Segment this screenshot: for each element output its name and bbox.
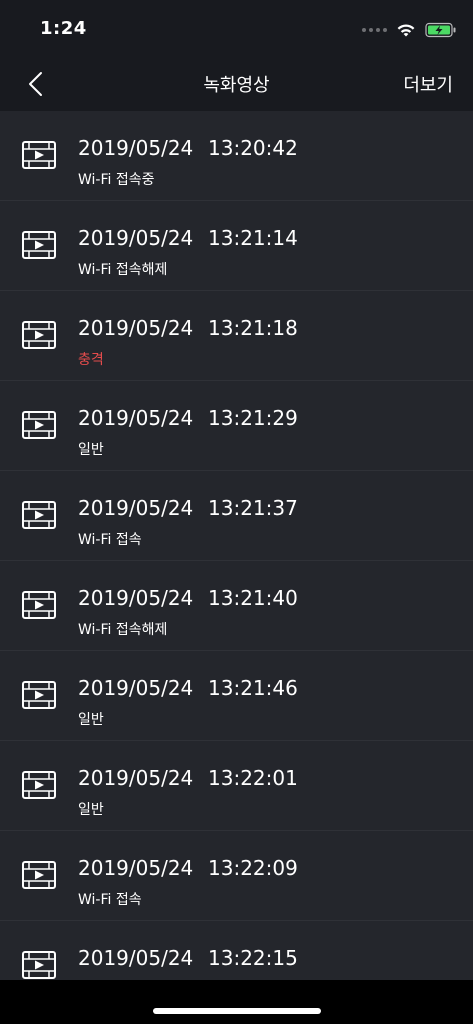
status-time: 1:24: [40, 18, 87, 39]
recording-date: 2019/05/24: [78, 136, 194, 160]
video-file-icon: [22, 861, 56, 889]
video-file-icon: [22, 231, 56, 259]
recording-row[interactable]: 2019/05/24 13:22:01 일반: [0, 741, 473, 831]
recording-row[interactable]: 2019/05/24 13:21:46 일반: [0, 651, 473, 741]
more-button[interactable]: 더보기: [403, 71, 453, 97]
recording-status: Wi-Fi 접속: [78, 892, 142, 908]
video-file-icon: [22, 321, 56, 349]
recording-row[interactable]: 2019/05/24 13:21:40 Wi-Fi 접속해제: [0, 561, 473, 651]
home-indicator-area: [0, 980, 473, 1024]
recording-time: 13:21:29: [208, 406, 298, 430]
recording-status: 일반: [78, 712, 104, 728]
recording-time: 13:20:42: [208, 136, 298, 160]
recording-list[interactable]: 2019/05/24 13:20:42 Wi-Fi 접속중 2019/05/24 13:…: [0, 111, 473, 980]
recording-date: 2019/05/24: [78, 226, 194, 250]
recording-time: 13:22:09: [208, 856, 298, 880]
recording-time: 13:21:18: [208, 316, 298, 340]
recording-status: 일반: [78, 802, 104, 818]
screen: 1:24 녹화영상 더보기 2019/05/24 13:20:42 Wi-Fi …: [0, 0, 473, 1024]
recording-date: 2019/05/24: [78, 496, 194, 520]
recording-time: 13:21:14: [208, 226, 298, 250]
battery-charging-icon: [425, 22, 456, 38]
video-file-icon: [22, 951, 56, 979]
recording-status: Wi-Fi 접속해제: [78, 262, 168, 278]
recording-row[interactable]: 2019/05/24 13:20:42 Wi-Fi 접속중: [0, 111, 473, 201]
video-file-icon: [22, 501, 56, 529]
recording-status: 충격: [78, 352, 104, 368]
recording-row[interactable]: 2019/05/24 13:22:09 Wi-Fi 접속: [0, 831, 473, 921]
home-indicator[interactable]: [153, 1008, 321, 1014]
recording-date: 2019/05/24: [78, 316, 194, 340]
recording-time: 13:21:46: [208, 676, 298, 700]
recording-date: 2019/05/24: [78, 586, 194, 610]
recording-date: 2019/05/24: [78, 676, 194, 700]
video-file-icon: [22, 591, 56, 619]
recording-status: Wi-Fi 접속해제: [78, 622, 168, 638]
video-file-icon: [22, 411, 56, 439]
recording-row[interactable]: 2019/05/24 13:22:15: [0, 921, 473, 980]
status-icons: [362, 18, 457, 42]
recording-row[interactable]: 2019/05/24 13:21:37 Wi-Fi 접속: [0, 471, 473, 561]
wifi-icon: [397, 24, 415, 37]
video-file-icon: [22, 141, 56, 169]
page-title: 녹화영상: [203, 75, 270, 96]
recording-date: 2019/05/24: [78, 856, 194, 880]
recording-time: 13:22:15: [208, 946, 298, 970]
recording-row[interactable]: 2019/05/24 13:21:18 충격: [0, 291, 473, 381]
recording-status: Wi-Fi 접속: [78, 532, 142, 548]
recording-status: 일반: [78, 442, 104, 458]
navigation-bar: 녹화영상 더보기: [0, 56, 473, 111]
status-bar: 1:24: [0, 0, 473, 56]
recording-time: 13:22:01: [208, 766, 298, 790]
recording-date: 2019/05/24: [78, 406, 194, 430]
recording-date: 2019/05/24: [78, 946, 194, 970]
recording-time: 13:21:37: [208, 496, 298, 520]
video-file-icon: [22, 771, 56, 799]
video-file-icon: [22, 681, 56, 709]
recording-row[interactable]: 2019/05/24 13:21:29 일반: [0, 381, 473, 471]
recording-status: Wi-Fi 접속중: [78, 172, 155, 188]
recording-row[interactable]: 2019/05/24 13:21:14 Wi-Fi 접속해제: [0, 201, 473, 291]
cellular-signal-icon: [362, 28, 387, 32]
recording-date: 2019/05/24: [78, 766, 194, 790]
recording-time: 13:21:40: [208, 586, 298, 610]
